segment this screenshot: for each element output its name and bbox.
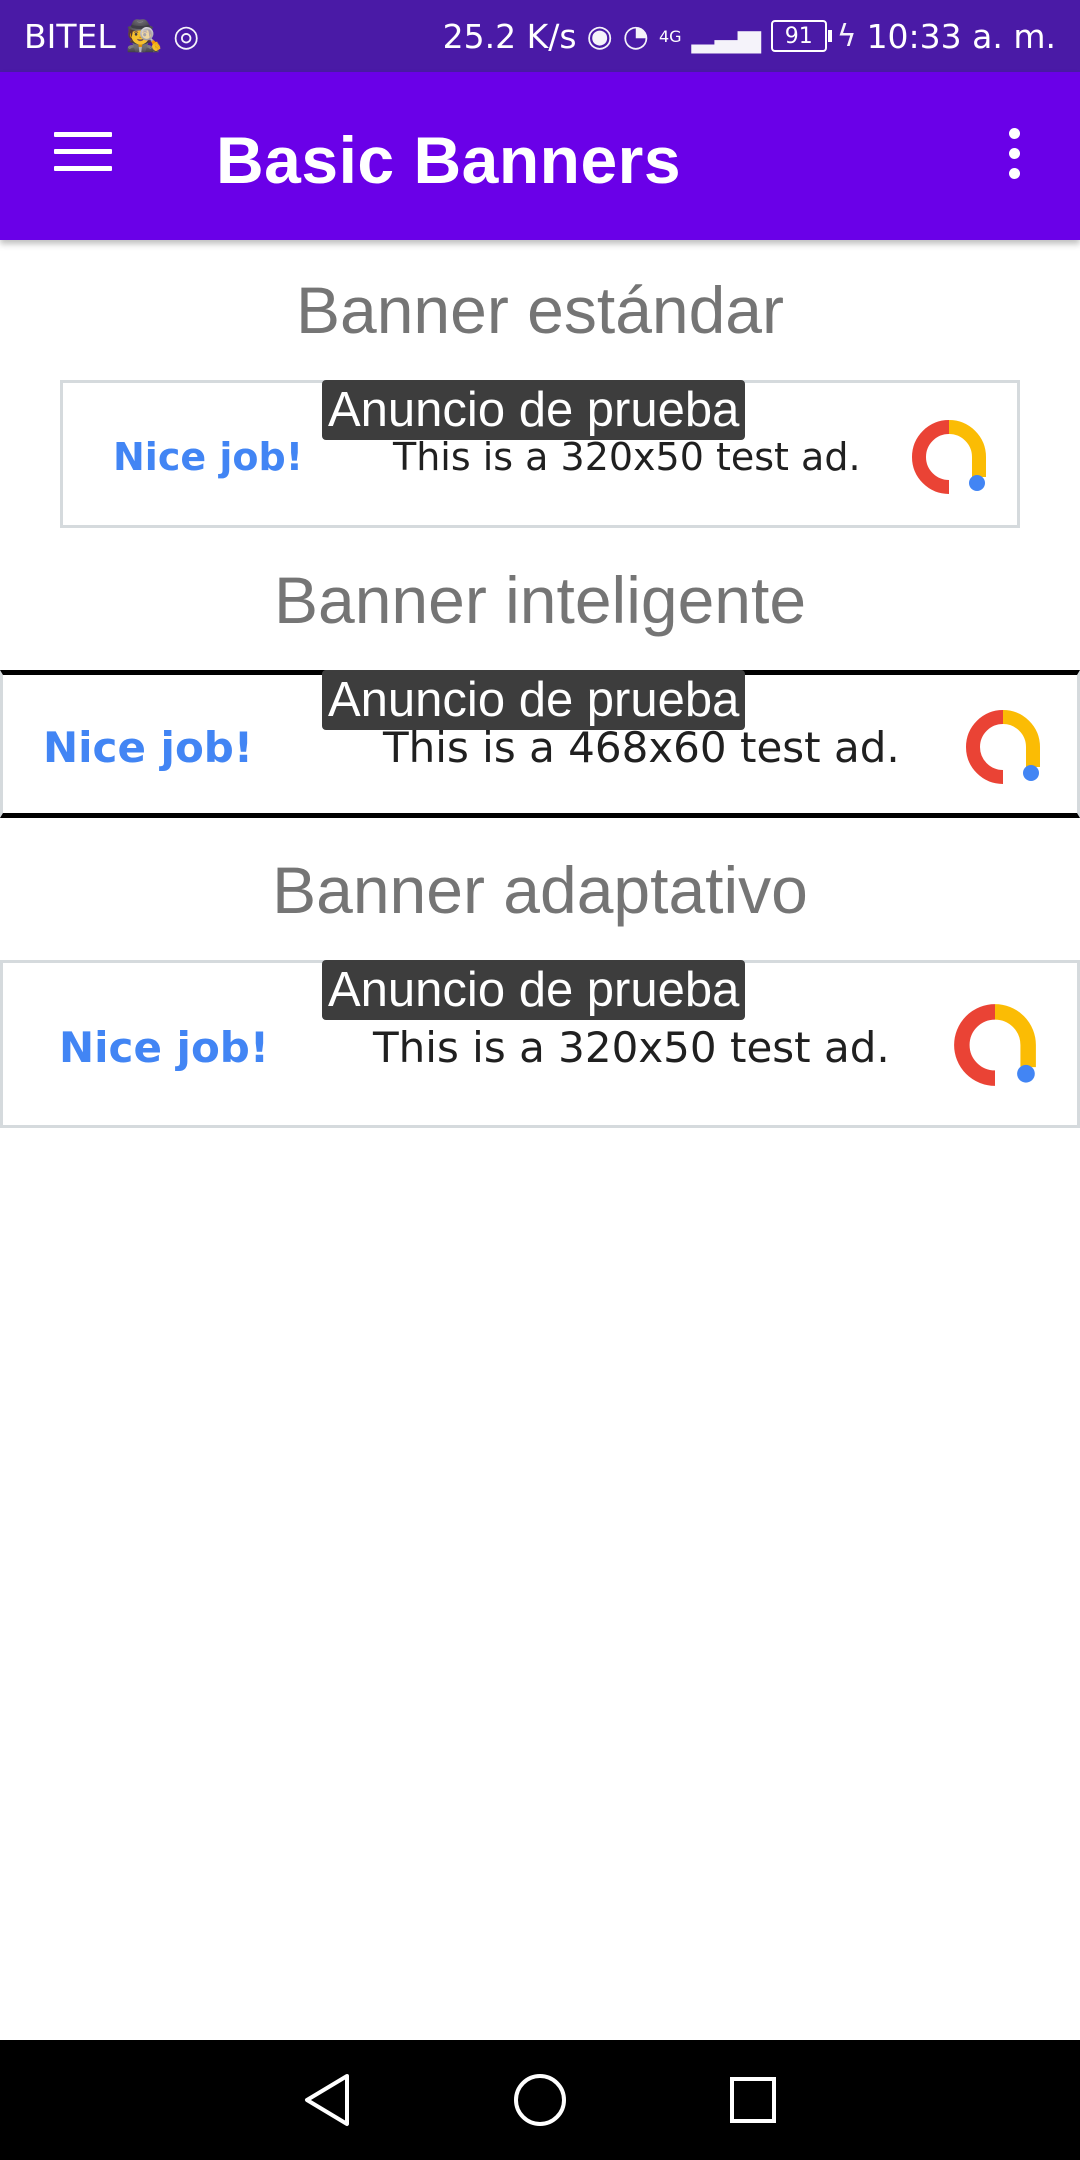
system-nav-bar bbox=[0, 2040, 1080, 2160]
admob-logo-icon bbox=[966, 710, 1040, 784]
charging-icon: ϟ bbox=[836, 18, 857, 54]
recents-icon[interactable] bbox=[723, 2070, 783, 2130]
home-icon[interactable] bbox=[510, 2070, 570, 2130]
hotspot-icon: ◎ bbox=[173, 18, 200, 54]
test-ad-label: Anuncio de prueba bbox=[322, 670, 746, 730]
admob-logo-icon bbox=[954, 1004, 1036, 1086]
signal-icon: ▂▃▅ bbox=[691, 18, 761, 54]
ad-headline: Nice job! bbox=[59, 1023, 270, 1072]
eye-comfort-icon: ◔ bbox=[622, 18, 649, 54]
status-right: 25.2 K/s ◉ ◔ 4G ▂▃▅ 91 ϟ 10:33 a. m. bbox=[443, 17, 1056, 56]
incognito-icon: 🕵 bbox=[125, 18, 164, 54]
network-type: 4G bbox=[658, 26, 682, 46]
network-speed: 25.2 K/s bbox=[442, 16, 577, 56]
status-bar: BITEL 🕵 ◎ 25.2 K/s ◉ ◔ 4G ▂▃▅ 91 ϟ 10:33… bbox=[0, 0, 1080, 72]
app-title: Basic Banners bbox=[216, 123, 682, 197]
wifi-hotspot-icon: ◉ bbox=[586, 18, 613, 54]
status-left: BITEL 🕵 ◎ bbox=[24, 17, 199, 56]
section-title-smart: Banner inteligente bbox=[273, 563, 807, 637]
ad-text: This is a 468x60 test ad. bbox=[383, 723, 900, 772]
test-ad-label: Anuncio de prueba bbox=[322, 960, 746, 1020]
back-icon[interactable] bbox=[297, 2070, 357, 2130]
test-ad-label: Anuncio de prueba bbox=[322, 380, 746, 440]
clock: 10:33 a. m. bbox=[866, 16, 1056, 56]
hamburger-menu-icon[interactable] bbox=[54, 132, 112, 176]
admob-logo-icon bbox=[912, 420, 986, 494]
section-title-standard: Banner estándar bbox=[295, 273, 784, 347]
section-title-adaptive: Banner adaptativo bbox=[272, 853, 808, 927]
ad-text: This is a 320x50 test ad. bbox=[373, 1023, 890, 1072]
carrier-label: BITEL bbox=[24, 16, 116, 56]
more-vert-icon[interactable] bbox=[996, 128, 1032, 184]
ad-headline: Nice job! bbox=[113, 435, 304, 479]
ad-text: This is a 320x50 test ad. bbox=[393, 435, 861, 479]
battery-level: 91 bbox=[784, 23, 813, 49]
app-bar: Basic Banners bbox=[0, 72, 1080, 240]
ad-headline: Nice job! bbox=[43, 723, 254, 772]
battery-icon: 91 bbox=[770, 20, 832, 52]
